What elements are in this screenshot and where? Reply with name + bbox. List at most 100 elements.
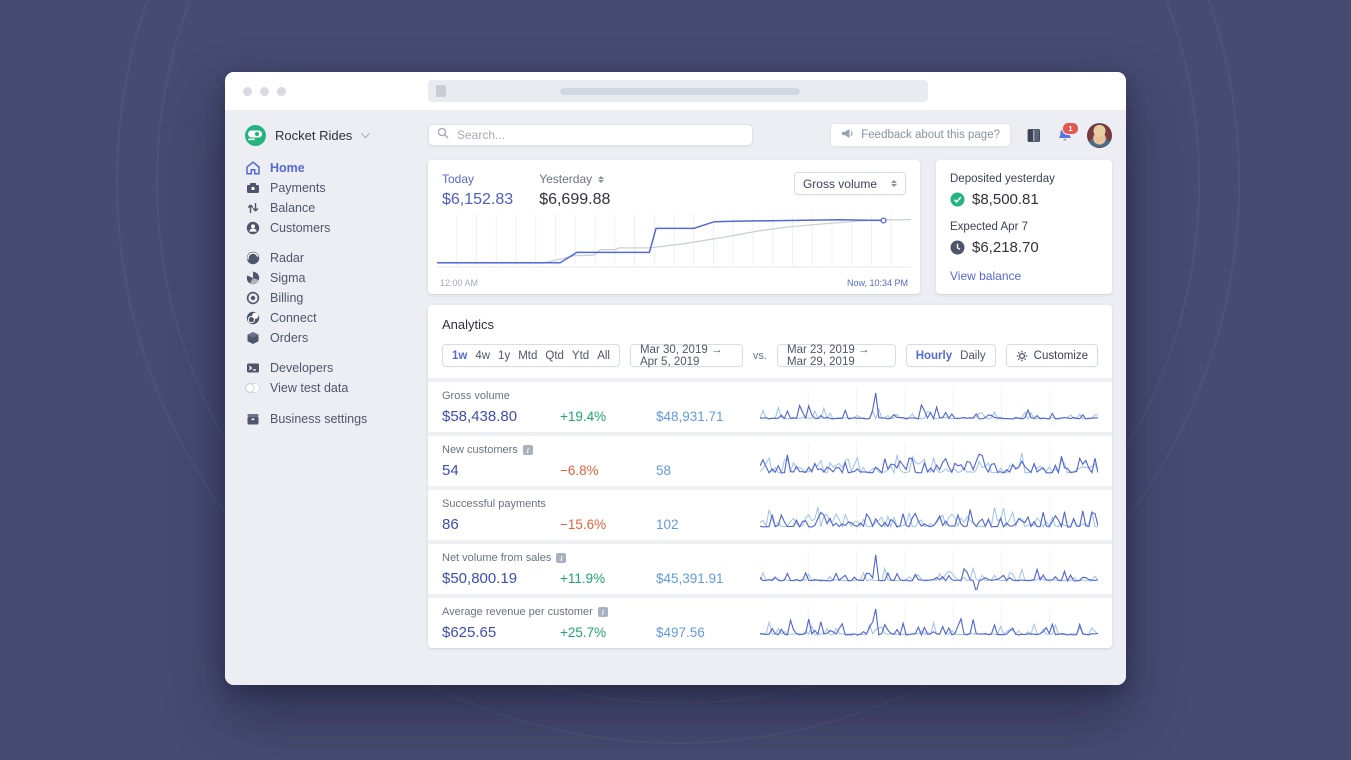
sidebar-item-label: Customers	[270, 221, 331, 235]
preset-mtd[interactable]: Mtd	[518, 350, 537, 362]
sidebar-item-view-test-data[interactable]: View test data	[245, 378, 420, 398]
metric-row-average-revenue[interactable]: Average revenue per customer i $625.65 +2…	[428, 594, 1112, 648]
sidebar-item-label: Orders	[270, 331, 309, 345]
customize-button[interactable]: Customize	[1005, 344, 1098, 367]
search-icon	[437, 126, 449, 144]
today-label: Today	[442, 172, 475, 186]
home-icon	[245, 161, 260, 175]
metric-current-value: 86	[442, 516, 459, 533]
metric-delta: −6.8%	[560, 463, 599, 478]
sidebar-item-billing[interactable]: Billing	[245, 288, 420, 308]
sidebar-item-balance[interactable]: Balance	[245, 198, 420, 218]
metric-compare-value: $48,931.71	[656, 409, 724, 424]
notifications-button[interactable]: 1	[1057, 122, 1079, 143]
browser-chrome	[225, 72, 1126, 110]
sidebar-item-label: Balance	[270, 201, 316, 215]
metric-row-new-customers[interactable]: New customers i 54 −6.8% 58	[428, 432, 1112, 486]
metric-label: Successful payments	[442, 498, 546, 510]
preset-qtd[interactable]: Qtd	[545, 350, 564, 362]
sidebar-item-home[interactable]: Home	[245, 158, 420, 178]
sidebar-item-label: Payments	[270, 181, 326, 195]
overview-cards: Today $6,152.83 Yesterday $6,699.88 Gros…	[428, 160, 1112, 294]
metric-select[interactable]: Gross volume	[793, 172, 906, 195]
yesterday-value: $6,699.88	[539, 191, 611, 208]
window-close-button[interactable]	[243, 87, 252, 96]
account-switcher[interactable]: Rocket Rides	[245, 124, 420, 146]
preset-1y[interactable]: 1y	[498, 350, 510, 362]
metric-sparkline	[760, 497, 1098, 533]
view-balance-link[interactable]: View balance	[950, 269, 1098, 283]
search-box[interactable]	[428, 124, 753, 146]
sidebar-item-label: Home	[270, 161, 305, 175]
business-settings-icon	[245, 412, 260, 426]
granularity-hourly[interactable]: Hourly	[916, 350, 952, 362]
user-avatar[interactable]	[1087, 122, 1112, 148]
compare-range-picker[interactable]: Mar 23, 2019 → Mar 29, 2019	[776, 343, 896, 368]
info-icon[interactable]: i	[522, 445, 533, 455]
yesterday-label: Yesterday	[539, 172, 593, 186]
feedback-button[interactable]: Feedback about this page?	[830, 123, 1011, 147]
metric-delta: +11.9%	[560, 571, 606, 586]
sidebar-item-orders[interactable]: Orders	[245, 328, 420, 348]
preset-4w[interactable]: 4w	[475, 350, 490, 362]
metric-compare-value: $497.56	[656, 625, 705, 640]
sidebar-item-connect[interactable]: Connect	[245, 308, 420, 328]
metric-current-value: 54	[442, 462, 459, 479]
metric-current-value: $58,438.80	[442, 408, 518, 425]
today-vs-yesterday-chart	[437, 214, 911, 268]
metric-label: Average revenue per customer	[442, 606, 593, 618]
window-zoom-button[interactable]	[277, 87, 286, 96]
sidebar-item-payments[interactable]: Payments	[245, 178, 420, 198]
sidebar-item-developers[interactable]: Developers	[245, 358, 420, 378]
metric-label: Net volume from sales	[442, 552, 552, 564]
window-minimize-button[interactable]	[260, 87, 269, 96]
gear-icon	[1016, 350, 1027, 361]
sidebar-item-label: Developers	[270, 361, 334, 375]
compare-selector-icon[interactable]	[598, 175, 605, 183]
connect-icon	[245, 311, 260, 325]
metric-current-value: $50,800.19	[442, 570, 518, 587]
date-range-picker[interactable]: Mar 30, 2019 → Apr 5, 2019	[629, 344, 743, 368]
sigma-icon	[245, 271, 260, 285]
metric-current-value: $625.65	[442, 624, 497, 641]
docs-button[interactable]	[1026, 128, 1042, 143]
today-value: $6,152.83	[442, 191, 514, 208]
expected-label: Expected Apr 7	[950, 221, 1028, 233]
sidebar-item-label: Radar	[270, 251, 305, 265]
search-input[interactable]	[455, 127, 744, 143]
main-content: Feedback about this page? 1 Today	[420, 110, 1126, 648]
today-metric: Today $6,152.83	[442, 172, 513, 209]
book-icon	[1027, 128, 1041, 142]
orders-icon	[245, 331, 260, 345]
billing-icon	[245, 291, 260, 305]
sidebar-item-business-settings[interactable]: Business settings	[245, 409, 420, 429]
granularity-daily[interactable]: Daily	[960, 350, 986, 362]
topbar: Feedback about this page? 1	[428, 122, 1112, 148]
customize-label: Customize	[1033, 349, 1088, 362]
info-icon[interactable]: i	[597, 607, 608, 617]
url-bar[interactable]	[428, 80, 928, 102]
metric-row-net-volume[interactable]: Net volume from sales i $50,800.19 +11.9%…	[428, 540, 1112, 594]
granularity-toggle: Hourly Daily	[905, 344, 996, 367]
chart-x-start-label: 12:00 AM	[440, 278, 479, 288]
preset-all[interactable]: All	[597, 350, 610, 362]
metric-row-gross-volume[interactable]: Gross volume $58,438.80 +19.4% $48,931.7…	[428, 378, 1112, 432]
preset-ytd[interactable]: Ytd	[572, 350, 589, 362]
analytics-title: Analytics	[442, 317, 495, 332]
metric-delta: +25.7%	[560, 625, 607, 640]
compare-range-value: Mar 23, 2019 → Mar 29, 2019	[786, 343, 870, 368]
developers-icon	[245, 361, 260, 375]
info-icon[interactable]: i	[556, 553, 567, 563]
test-data-toggle[interactable]	[245, 382, 260, 394]
sidebar-item-radar[interactable]: Radar	[245, 248, 420, 268]
sidebar-item-customers[interactable]: Customers	[245, 218, 420, 238]
yesterday-metric: Yesterday $6,699.88	[539, 172, 610, 209]
metric-compare-value: 58	[656, 463, 672, 478]
clock-icon	[950, 240, 965, 255]
sidebar-item-label: Billing	[270, 291, 304, 305]
sidebar-item-sigma[interactable]: Sigma	[245, 268, 420, 288]
balance-icon	[245, 201, 260, 215]
expected-value: $6,218.70	[972, 239, 1039, 256]
metric-row-successful-payments[interactable]: Successful payments 86 −15.6% 102	[428, 486, 1112, 540]
preset-1w[interactable]: 1w	[452, 350, 467, 362]
